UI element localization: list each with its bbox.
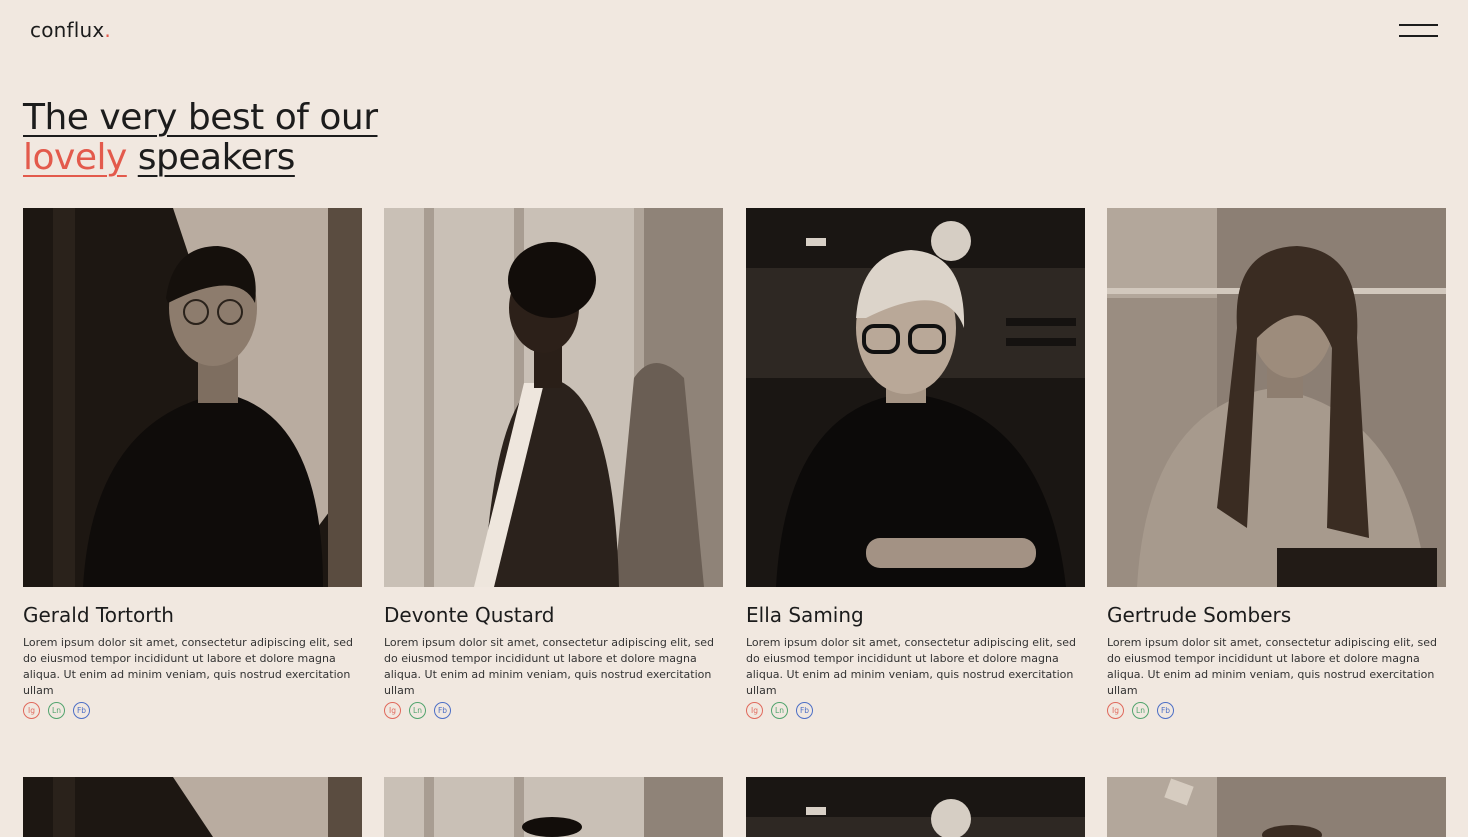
speaker-bio: Lorem ipsum dolor sit amet, consectetur …: [746, 636, 1076, 697]
speaker-photo: [384, 208, 723, 587]
headline-accent: lovely: [23, 137, 127, 178]
social-links: Ig Ln Fb: [746, 702, 813, 719]
speaker-bio: Lorem ipsum dolor sit amet, consectetur …: [1107, 636, 1437, 697]
speaker-bio: Lorem ipsum dolor sit amet, consectetur …: [384, 636, 714, 697]
speaker-card[interactable]: Ella Saming Lorem ipsum dolor sit amet, …: [746, 208, 1085, 719]
instagram-icon[interactable]: Ig: [746, 702, 763, 719]
facebook-icon[interactable]: Fb: [73, 702, 90, 719]
speaker-name: Devonte Qustard: [384, 603, 555, 627]
speaker-name: Ella Saming: [746, 603, 864, 627]
social-links: Ig Ln Fb: [1107, 702, 1174, 719]
speaker-name: Gertrude Sombers: [1107, 603, 1292, 627]
speaker-card[interactable]: Gertrude Sombers Lorem ipsum dolor sit a…: [1107, 208, 1446, 719]
facebook-icon[interactable]: Fb: [1157, 702, 1174, 719]
speaker-name: Gerald Tortorth: [23, 603, 174, 627]
social-links: Ig Ln Fb: [384, 702, 451, 719]
speaker-photo: [746, 208, 1085, 587]
speaker-photo-row2: [384, 777, 723, 837]
linkedin-icon[interactable]: Ln: [409, 702, 426, 719]
facebook-icon[interactable]: Fb: [434, 702, 451, 719]
hamburger-menu-icon[interactable]: [1399, 24, 1438, 38]
brand-logo[interactable]: conflux.: [30, 18, 111, 42]
speaker-photo-row2: [23, 777, 362, 837]
speaker-card[interactable]: Gerald Tortorth Lorem ipsum dolor sit am…: [23, 208, 362, 719]
page-title: The very best of our lovely speakers: [23, 98, 378, 178]
brand-dot: .: [104, 18, 111, 42]
social-links: Ig Ln Fb: [23, 702, 90, 719]
instagram-icon[interactable]: Ig: [384, 702, 401, 719]
headline-line1: The very best of our: [23, 97, 378, 138]
headline-rest: speakers: [137, 137, 296, 178]
linkedin-icon[interactable]: Ln: [771, 702, 788, 719]
speaker-card[interactable]: Devonte Qustard Lorem ipsum dolor sit am…: [384, 208, 723, 719]
speaker-photo: [1107, 208, 1446, 587]
brand-name: conflux: [30, 18, 105, 42]
instagram-icon[interactable]: Ig: [1107, 702, 1124, 719]
facebook-icon[interactable]: Fb: [796, 702, 813, 719]
speaker-photo: [23, 208, 362, 587]
speaker-photo-row2: [1107, 777, 1446, 837]
instagram-icon[interactable]: Ig: [23, 702, 40, 719]
linkedin-icon[interactable]: Ln: [48, 702, 65, 719]
speaker-bio: Lorem ipsum dolor sit amet, consectetur …: [23, 636, 353, 697]
linkedin-icon[interactable]: Ln: [1132, 702, 1149, 719]
speaker-photo-row2: [746, 777, 1085, 837]
